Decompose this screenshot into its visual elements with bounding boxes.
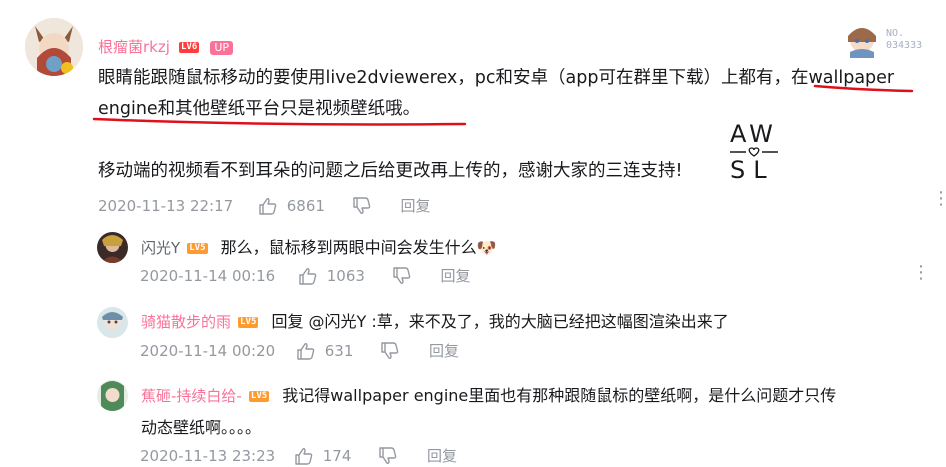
awsl-sticker: AW SL	[728, 120, 780, 184]
thumbs-down-icon[interactable]	[352, 196, 372, 215]
red-underline-annotation	[92, 84, 914, 126]
reply-meta: 2020-11-13 23:23 174 回复	[140, 445, 457, 466]
reply-button[interactable]: 回复	[427, 445, 457, 466]
reply-avatar[interactable]	[97, 380, 128, 411]
thumbs-down-icon[interactable]	[378, 446, 398, 465]
reply-content: 骑猫散步的雨 LV5 回复 @闪光Y :草，来不及了，我的大脑已经把这幅图渲染出…	[141, 307, 729, 337]
comment-date: 2020-11-13 22:17	[98, 196, 234, 215]
reply-date: 2020-11-14 00:16	[140, 266, 276, 285]
level-badge: LV5	[248, 391, 270, 402]
reply-username[interactable]: 闪光Y	[141, 239, 180, 257]
sticker-text-bottom: SL	[730, 156, 775, 184]
more-options-icon[interactable]: ⋮	[912, 264, 930, 282]
thumbs-up-icon[interactable]	[298, 267, 318, 285]
reply-avatar[interactable]	[97, 232, 128, 263]
avatar-image	[97, 307, 128, 338]
reply-date: 2020-11-14 00:20	[140, 341, 276, 360]
reply-avatar[interactable]	[97, 307, 128, 338]
reply-content: 蕉砸-持续白给- LV5 我记得wallpaper engine里面也有那种跟随…	[141, 381, 941, 443]
thumbs-up-icon[interactable]	[294, 447, 314, 465]
sticker-text-top: AW	[730, 120, 777, 148]
like-count: 174	[322, 446, 352, 465]
level-badge: LV5	[187, 243, 208, 254]
reply-button[interactable]: 回复	[440, 265, 470, 286]
like-count: 6861	[286, 196, 325, 215]
like-count: 631	[324, 341, 354, 360]
reply-text-line1: 我记得wallpaper engine里面也有那种跟随鼠标的壁纸啊，是什么问题才…	[282, 386, 837, 405]
reply-username[interactable]: 骑猫散步的雨	[141, 313, 231, 331]
more-options-icon[interactable]: ⋮	[932, 190, 946, 208]
reply-button[interactable]: 回复	[429, 340, 459, 361]
thumbs-up-icon[interactable]	[296, 342, 316, 360]
reply-text-line2: 动态壁纸啊。。。。	[141, 418, 262, 437]
reply-button[interactable]: 回复	[400, 195, 430, 216]
thumbs-down-icon[interactable]	[392, 266, 412, 285]
reply-date: 2020-11-13 23:23	[140, 446, 276, 465]
reply-meta: 2020-11-14 00:16 1063 回复	[140, 265, 471, 286]
reply-username[interactable]: 蕉砸-持续白给-	[141, 387, 242, 405]
level-badge: LV5	[238, 317, 259, 328]
reply-text: 回复 @闪光Y :草，来不及了，我的大脑已经把这幅图渲染出来了	[271, 312, 729, 331]
thumbs-up-icon[interactable]	[258, 197, 278, 215]
reply-content: 闪光Y LV5 那么，鼠标移到两眼中间会发生什么🐶	[141, 233, 497, 263]
reply-text: 那么，鼠标移到两眼中间会发生什么🐶	[220, 238, 497, 257]
avatar-image	[97, 380, 128, 411]
thumbs-down-icon[interactable]	[380, 341, 400, 360]
comment-meta: 2020-11-13 22:17 6861 回复	[98, 195, 431, 216]
like-count: 1063	[326, 266, 365, 285]
avatar-image	[97, 232, 128, 263]
reply-meta: 2020-11-14 00:20 631 回复	[140, 340, 459, 361]
comment-text-line3: 移动端的视频看不到耳朵的问题之后给更改再上传的，感谢大家的三连支持!	[98, 161, 683, 181]
